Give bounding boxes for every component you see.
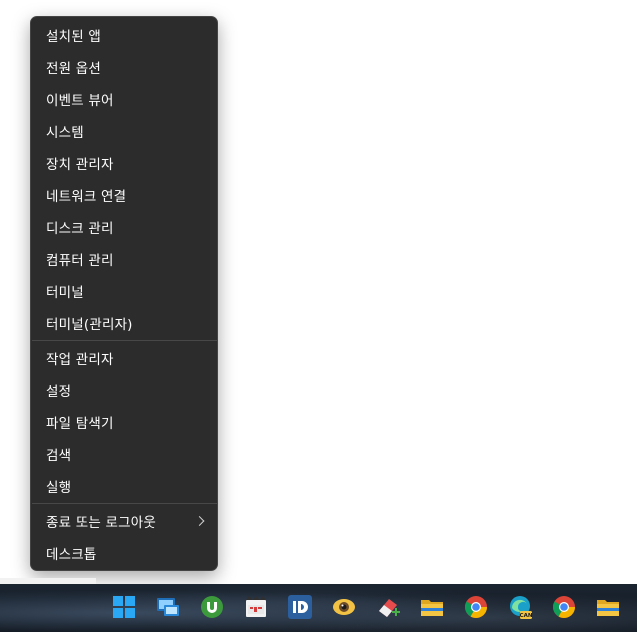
menu-item-shutdown-signout[interactable]: 종료 또는 로그아웃 bbox=[31, 505, 217, 537]
menu-item-label: 시스템 bbox=[46, 125, 84, 141]
menu-item-label: 전원 옵션 bbox=[46, 61, 101, 77]
menu-item-label: 터미널 bbox=[46, 285, 84, 301]
menu-item-label: 장치 관리자 bbox=[46, 157, 114, 173]
menu-item-device-manager[interactable]: 장치 관리자 bbox=[31, 147, 217, 179]
menu-item-label: 작업 관리자 bbox=[46, 352, 114, 368]
menu-item-label: 종료 또는 로그아웃 bbox=[46, 515, 156, 531]
start-icon[interactable] bbox=[111, 594, 137, 620]
edge-canary-icon[interactable]: CAN bbox=[507, 594, 533, 620]
menu-item-desktop[interactable]: 데스크톱 bbox=[31, 537, 217, 569]
menu-item-label: 컴퓨터 관리 bbox=[46, 253, 114, 269]
folder-icon[interactable] bbox=[595, 594, 621, 620]
menu-item-network-connections[interactable]: 네트워크 연결 bbox=[31, 179, 217, 211]
menu-item-system[interactable]: 시스템 bbox=[31, 115, 217, 147]
menu-item-label: 데스크톱 bbox=[46, 547, 97, 563]
menu-item-label: 디스크 관리 bbox=[46, 221, 114, 237]
menu-item-label: 이벤트 뷰어 bbox=[46, 93, 114, 109]
menu-item-disk-management[interactable]: 디스크 관리 bbox=[31, 211, 217, 243]
menu-item-label: 검색 bbox=[46, 448, 72, 464]
menu-item-terminal[interactable]: 터미널 bbox=[31, 275, 217, 307]
menu-item-search[interactable]: 검색 bbox=[31, 438, 217, 470]
file-explorer-icon[interactable] bbox=[419, 594, 445, 620]
menu-item-computer-management[interactable]: 컴퓨터 관리 bbox=[31, 243, 217, 275]
menu-item-label: 터미널(관리자) bbox=[46, 317, 133, 333]
menu-item-settings[interactable]: 설정 bbox=[31, 374, 217, 406]
chevron-right-icon bbox=[194, 516, 205, 526]
menu-item-run[interactable]: 실행 bbox=[31, 470, 217, 502]
utorrent-icon[interactable] bbox=[199, 594, 225, 620]
menu-separator bbox=[32, 503, 217, 504]
menu-item-label: 실행 bbox=[46, 480, 72, 496]
menu-item-power-options[interactable]: 전원 옵션 bbox=[31, 51, 217, 83]
image-viewer-icon[interactable] bbox=[331, 594, 357, 620]
menu-item-installed-apps[interactable]: 설치된 앱 bbox=[31, 19, 217, 51]
chrome-icon[interactable] bbox=[551, 594, 577, 620]
menu-item-label: 설정 bbox=[46, 384, 72, 400]
canary-badge: CAN bbox=[520, 613, 533, 619]
eraser-tool-icon[interactable] bbox=[375, 594, 401, 620]
menu-separator bbox=[32, 340, 217, 341]
app-1d-icon[interactable] bbox=[287, 594, 313, 620]
chrome-icon[interactable] bbox=[463, 594, 489, 620]
media-player-classic-icon[interactable] bbox=[243, 594, 269, 620]
remote-desktop-icon[interactable] bbox=[155, 594, 181, 620]
menu-item-terminal-admin[interactable]: 터미널(관리자) bbox=[31, 307, 217, 339]
menu-item-label: 설치된 앱 bbox=[46, 29, 101, 45]
taskbar bbox=[0, 584, 637, 632]
menu-item-task-manager[interactable]: 작업 관리자 bbox=[31, 342, 217, 374]
winx-context-menu: 설치된 앱 전원 옵션 이벤트 뷰어 시스템 장치 관리자 네트워크 연결 디스… bbox=[30, 16, 218, 571]
menu-item-event-viewer[interactable]: 이벤트 뷰어 bbox=[31, 83, 217, 115]
menu-item-label: 네트워크 연결 bbox=[46, 189, 127, 205]
menu-item-label: 파일 탐색기 bbox=[46, 416, 114, 432]
menu-item-file-explorer[interactable]: 파일 탐색기 bbox=[31, 406, 217, 438]
